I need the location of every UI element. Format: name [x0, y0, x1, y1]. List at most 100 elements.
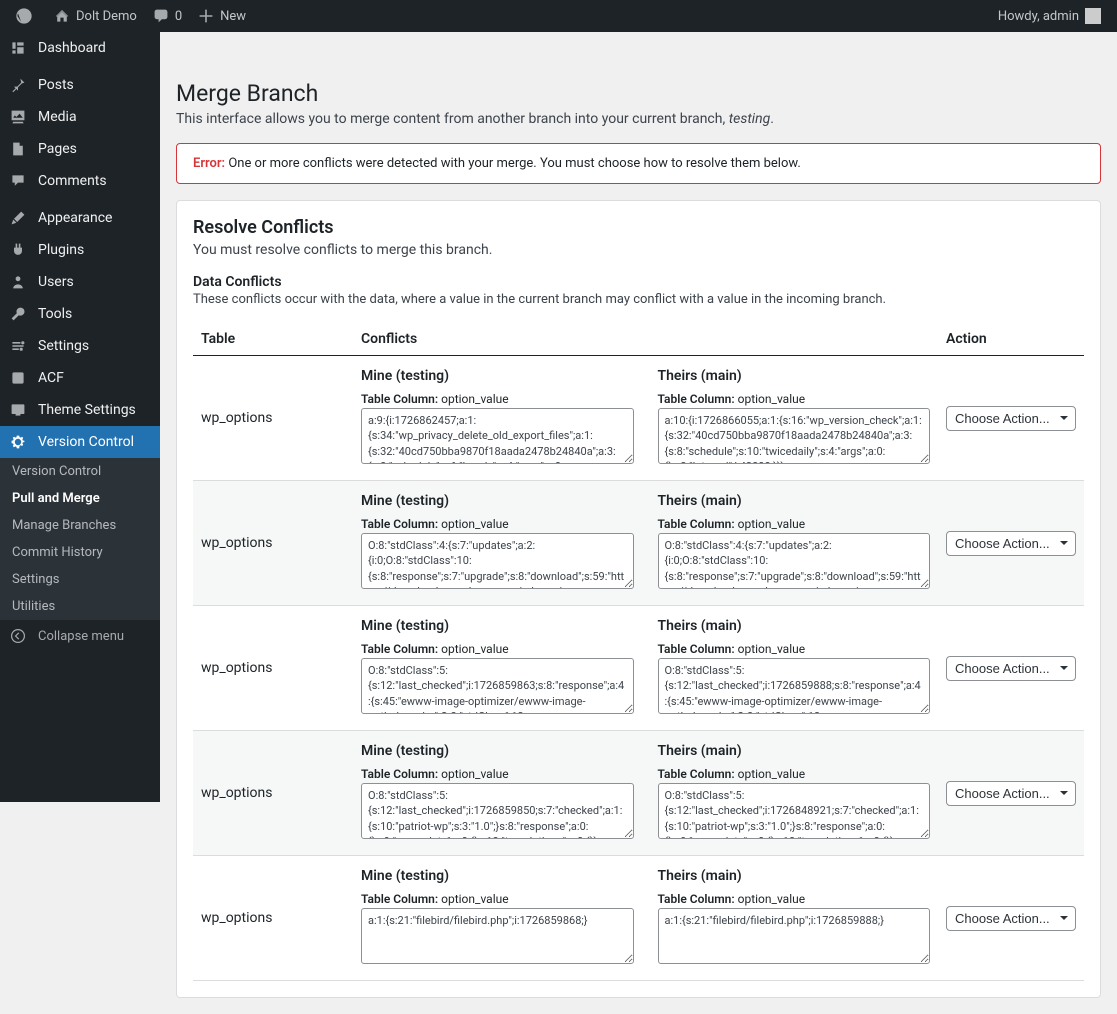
sidebar-item-theme-settings[interactable]: Theme Settings [0, 394, 160, 426]
brush-icon [10, 210, 30, 226]
admin-bar: Dolt Demo 0 New Howdy, admin [0, 0, 1117, 32]
comments-count: 0 [175, 9, 182, 24]
theirs-label: Theirs (main) [658, 868, 931, 884]
sidebar-item-users[interactable]: Users [0, 266, 160, 298]
sidebar-item-version-control[interactable]: Version Control [0, 426, 160, 458]
mine-label: Mine (testing) [361, 493, 634, 509]
th-table: Table [193, 323, 353, 356]
conflict-details: Mine (testing)Table Column: option_value… [353, 856, 938, 981]
avatar [1085, 8, 1101, 24]
conflict-row: wp_optionsMine (testing)Table Column: op… [193, 606, 1084, 731]
sidebar-item-label: Settings [38, 338, 89, 354]
theirs-label: Theirs (main) [658, 743, 931, 759]
theirs-value-textarea[interactable]: O:8:"stdClass":5:{s:12:"last_checked";i:… [658, 783, 931, 839]
choose-action-select[interactable]: Choose Action... [946, 406, 1076, 431]
settings-icon [10, 338, 30, 354]
sidebar-item-dashboard[interactable]: Dashboard [0, 32, 160, 64]
main-content: Merge Branch This interface allows you t… [160, 32, 1117, 1014]
conflict-row: wp_optionsMine (testing)Table Column: op… [193, 856, 1084, 981]
theirs-label: Theirs (main) [658, 493, 931, 509]
comments-button[interactable]: 0 [145, 0, 190, 32]
page-icon [10, 141, 30, 157]
mine-label: Mine (testing) [361, 618, 634, 634]
sidebar-item-label: Users [38, 274, 74, 290]
submenu-item-version-control[interactable]: Version Control [0, 458, 160, 485]
dashboard-icon [10, 40, 30, 56]
theirs-value-textarea[interactable]: a:1:{s:21:"filebird/filebird.php";i:1726… [658, 908, 931, 964]
howdy-text: Howdy, admin [998, 9, 1079, 24]
submenu-item-manage-branches[interactable]: Manage Branches [0, 512, 160, 539]
mine-value-textarea[interactable]: a:1:{s:21:"filebird/filebird.php";i:1726… [361, 908, 634, 964]
conflict-details: Mine (testing)Table Column: option_value… [353, 481, 938, 606]
data-conflicts-desc: These conflicts occur with the data, whe… [193, 292, 1084, 307]
choose-action-select[interactable]: Choose Action... [946, 656, 1076, 681]
sidebar-item-appearance[interactable]: Appearance [0, 202, 160, 234]
tools-icon [10, 306, 30, 322]
resolve-panel: Resolve Conflicts You must resolve confl… [176, 200, 1101, 998]
theirs-value-textarea[interactable]: O:8:"stdClass":5:{s:12:"last_checked";i:… [658, 658, 931, 714]
new-label: New [220, 9, 246, 24]
th-action: Action [938, 323, 1084, 356]
mine-value-textarea[interactable]: a:9:{i:1726862457;a:1:{s:34:"wp_privacy_… [361, 408, 634, 464]
sidebar-item-plugins[interactable]: Plugins [0, 234, 160, 266]
plugin-icon [10, 242, 30, 258]
sidebar-item-settings[interactable]: Settings [0, 330, 160, 362]
page-title: Merge Branch [176, 80, 1101, 107]
home-icon [54, 8, 70, 24]
new-content-button[interactable]: New [190, 0, 254, 32]
sidebar-item-label: Posts [38, 77, 74, 93]
wordpress-icon [16, 8, 32, 24]
sidebar-item-pages[interactable]: Pages [0, 133, 160, 165]
error-label: Error: [193, 156, 225, 171]
sidebar-item-label: Dashboard [38, 40, 106, 56]
account-button[interactable]: Howdy, admin [990, 0, 1109, 32]
sidebar-item-label: Media [38, 109, 77, 125]
choose-action-select[interactable]: Choose Action... [946, 906, 1076, 931]
submenu-item-utilities[interactable]: Utilities [0, 593, 160, 620]
collapse-menu-button[interactable]: Collapse menu [0, 620, 160, 652]
comment-icon [153, 8, 169, 24]
conflict-table-name: wp_options [193, 606, 353, 731]
site-name-button[interactable]: Dolt Demo [46, 0, 145, 32]
sidebar-item-label: Theme Settings [38, 402, 136, 418]
data-conflicts-title: Data Conflicts [193, 274, 1084, 290]
sidebar-item-tools[interactable]: Tools [0, 298, 160, 330]
sidebar-item-label: ACF [38, 370, 64, 386]
mine-label: Mine (testing) [361, 743, 634, 759]
theirs-value-textarea[interactable]: a:10:{i:1726866055;a:1:{s:16:"wp_version… [658, 408, 931, 464]
submenu-item-settings[interactable]: Settings [0, 566, 160, 593]
wp-logo-button[interactable] [8, 0, 46, 32]
admin-sidebar: Dashboard Posts Media Pages Comments Appearan… [0, 32, 160, 802]
media-icon [10, 109, 30, 125]
page-subtitle: This interface allows you to merge conte… [176, 111, 1101, 127]
error-notice: Error: One or more conflicts were detect… [176, 143, 1101, 184]
conflict-action: Choose Action... [938, 356, 1084, 481]
choose-action-select[interactable]: Choose Action... [946, 531, 1076, 556]
conflict-action: Choose Action... [938, 731, 1084, 856]
th-conflicts: Conflicts [353, 323, 938, 356]
sidebar-item-label: Comments [38, 173, 107, 189]
resolve-title: Resolve Conflicts [193, 217, 1084, 238]
conflict-table-name: wp_options [193, 356, 353, 481]
conflict-table-name: wp_options [193, 856, 353, 981]
sidebar-item-media[interactable]: Media [0, 101, 160, 133]
error-message: One or more conflicts were detected with… [225, 156, 801, 171]
theirs-label: Theirs (main) [658, 368, 931, 384]
mine-value-textarea[interactable]: O:8:"stdClass":5:{s:12:"last_checked";i:… [361, 783, 634, 839]
theirs-value-textarea[interactable]: O:8:"stdClass":4:{s:7:"updates";a:2:{i:0… [658, 533, 931, 589]
mine-value-textarea[interactable]: O:8:"stdClass":4:{s:7:"updates";a:2:{i:0… [361, 533, 634, 589]
sidebar-item-posts[interactable]: Posts [0, 69, 160, 101]
plus-icon [198, 8, 214, 24]
submenu-item-pull-and-merge[interactable]: Pull and Merge [0, 485, 160, 512]
submenu-item-commit-history[interactable]: Commit History [0, 539, 160, 566]
conflict-action: Choose Action... [938, 606, 1084, 731]
conflicts-table: Table Conflicts Action wp_optionsMine (t… [193, 323, 1084, 981]
mine-label: Mine (testing) [361, 868, 634, 884]
sidebar-item-comments[interactable]: Comments [0, 165, 160, 197]
conflict-details: Mine (testing)Table Column: option_value… [353, 731, 938, 856]
sidebar-item-label: Tools [38, 306, 72, 322]
mine-value-textarea[interactable]: O:8:"stdClass":5:{s:12:"last_checked";i:… [361, 658, 634, 714]
theirs-label: Theirs (main) [658, 618, 931, 634]
pin-icon [10, 77, 30, 93]
sidebar-item-acf[interactable]: ACF [0, 362, 160, 394]
